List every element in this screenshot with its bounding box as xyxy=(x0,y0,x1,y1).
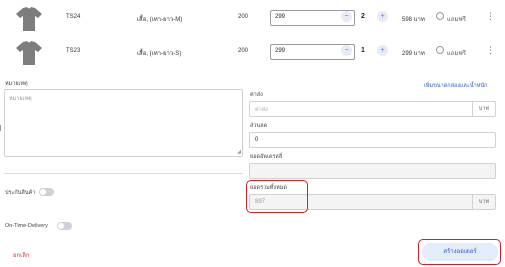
shipping-unit: บาท xyxy=(472,102,495,116)
tshirt-thumbnail xyxy=(16,7,42,31)
discount-value: 0 xyxy=(255,137,259,143)
add-box-weight-link[interactable]: เพิ่มขนาดกล่องและน้ำหนัก xyxy=(424,82,487,90)
free-gift-label: แถมฟรี xyxy=(447,51,466,57)
insurance-toggle[interactable] xyxy=(39,188,54,196)
decrease-quantity-button[interactable]: − xyxy=(341,11,352,22)
decrease-quantity-button[interactable]: − xyxy=(341,45,352,56)
insurance-label: ประกันสินค้า xyxy=(5,190,36,196)
free-gift-radio[interactable] xyxy=(436,46,444,54)
note-label: หมายเหตุ xyxy=(5,81,28,87)
resize-grip-icon[interactable]: ◢ xyxy=(237,149,241,155)
on-time-delivery-label: On-Time-Delivery xyxy=(5,223,48,229)
shipping-label: ค่าส่ง xyxy=(250,92,263,98)
divider xyxy=(4,173,243,174)
increase-quantity-button[interactable]: + xyxy=(377,11,388,22)
note-textarea[interactable]: หมายเหตุ ◢ xyxy=(4,89,243,157)
more-options-icon[interactable]: ⋮ xyxy=(486,45,495,56)
item-sku: TS24 xyxy=(66,14,81,20)
cancel-button[interactable]: ยกเลิก xyxy=(13,250,30,260)
shipping-placeholder: ค่าส่ง xyxy=(255,107,268,113)
free-gift-label: แถมฟรี xyxy=(447,17,466,23)
shipping-field[interactable]: ค่าส่ง บาท xyxy=(249,101,496,117)
increase-quantity-button[interactable]: + xyxy=(377,45,388,56)
free-gift-radio[interactable] xyxy=(436,12,444,20)
vat-label: ยอดอัพเดรลลี่ xyxy=(250,154,283,160)
item-stock-qty: 200 xyxy=(238,14,249,20)
discount-label: ส่วนลด xyxy=(250,123,268,129)
item-sku: TS23 xyxy=(66,48,81,54)
item-description: เสื้อ, (เทา-ยาว-S) xyxy=(137,51,182,57)
tshirt-thumbnail xyxy=(16,41,42,65)
create-order-highlight xyxy=(418,239,501,265)
vat-field xyxy=(249,163,496,179)
note-placeholder: หมายเหตุ xyxy=(9,96,32,102)
grand-total-highlight xyxy=(246,180,308,213)
edge-marker xyxy=(0,125,1,131)
item-description: เสื้อ, (เทา-ยาว-M) xyxy=(137,17,183,23)
item-quantity: 1 xyxy=(361,47,365,54)
item-total: 598 บาท xyxy=(402,17,425,23)
more-options-icon[interactable]: ⋮ xyxy=(486,11,495,22)
discount-field[interactable]: 0 xyxy=(249,132,496,148)
item-stock-qty: 200 xyxy=(238,48,249,54)
item-total: 299 บาท xyxy=(402,51,425,57)
item-quantity: 2 xyxy=(361,13,365,20)
table-row: TS23 เสื้อ, (เทา-ยาว-S) 200 299 − 1 + 29… xyxy=(0,34,505,74)
grand-total-unit: บาท xyxy=(472,195,495,209)
on-time-delivery-toggle[interactable] xyxy=(57,222,72,230)
